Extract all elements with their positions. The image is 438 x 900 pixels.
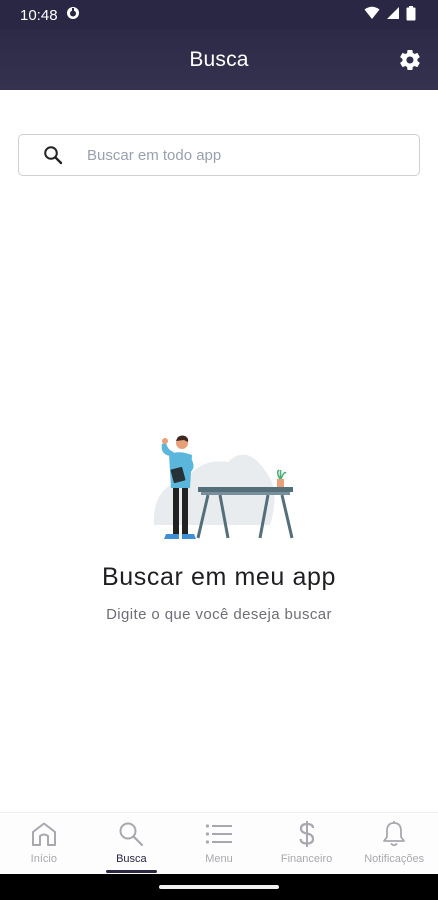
search-icon — [19, 145, 87, 165]
nav-label: Financeiro — [280, 853, 333, 865]
status-bar: 10:48 — [0, 0, 438, 30]
nav-item-inicio[interactable]: Início — [0, 813, 88, 874]
status-left: 10:48 — [20, 6, 80, 24]
gear-icon — [400, 50, 420, 71]
app-header: Busca — [0, 30, 438, 90]
nav-label: Início — [30, 853, 57, 865]
wifi-icon — [364, 6, 380, 24]
status-right — [364, 5, 416, 25]
dollar-icon — [297, 820, 317, 848]
system-gesture-bar — [0, 874, 438, 900]
nav-item-menu[interactable]: Menu — [175, 813, 263, 874]
app-notification-icon — [66, 6, 80, 24]
nav-item-notificacoes[interactable]: Notificações — [350, 813, 438, 874]
empty-state-title: Buscar em meu app — [102, 563, 336, 591]
settings-button[interactable] — [396, 46, 424, 74]
nav-item-financeiro[interactable]: Financeiro — [263, 813, 351, 874]
menu-icon — [205, 820, 233, 848]
battery-icon — [406, 5, 416, 25]
search-icon — [117, 820, 145, 848]
bell-icon — [381, 820, 407, 848]
page-title: Busca — [189, 48, 249, 71]
home-icon — [30, 820, 58, 848]
empty-state-subtitle: Digite o que você deseja buscar — [106, 606, 332, 623]
home-gesture-handle[interactable] — [159, 885, 279, 889]
active-tab-indicator — [105, 870, 158, 873]
nav-label: Menu — [205, 853, 233, 865]
nav-label: Busca — [116, 853, 147, 865]
empty-state-illustration — [148, 430, 298, 545]
search-input[interactable] — [87, 146, 397, 164]
nav-label: Notificações — [364, 853, 425, 865]
cell-signal-icon — [386, 6, 400, 24]
search-field[interactable] — [18, 134, 420, 176]
nav-item-busca[interactable]: Busca — [88, 813, 176, 874]
status-time: 10:48 — [20, 6, 58, 24]
bottom-navigation: Início Busca Menu Financeiro Notificaçõe… — [0, 812, 438, 874]
